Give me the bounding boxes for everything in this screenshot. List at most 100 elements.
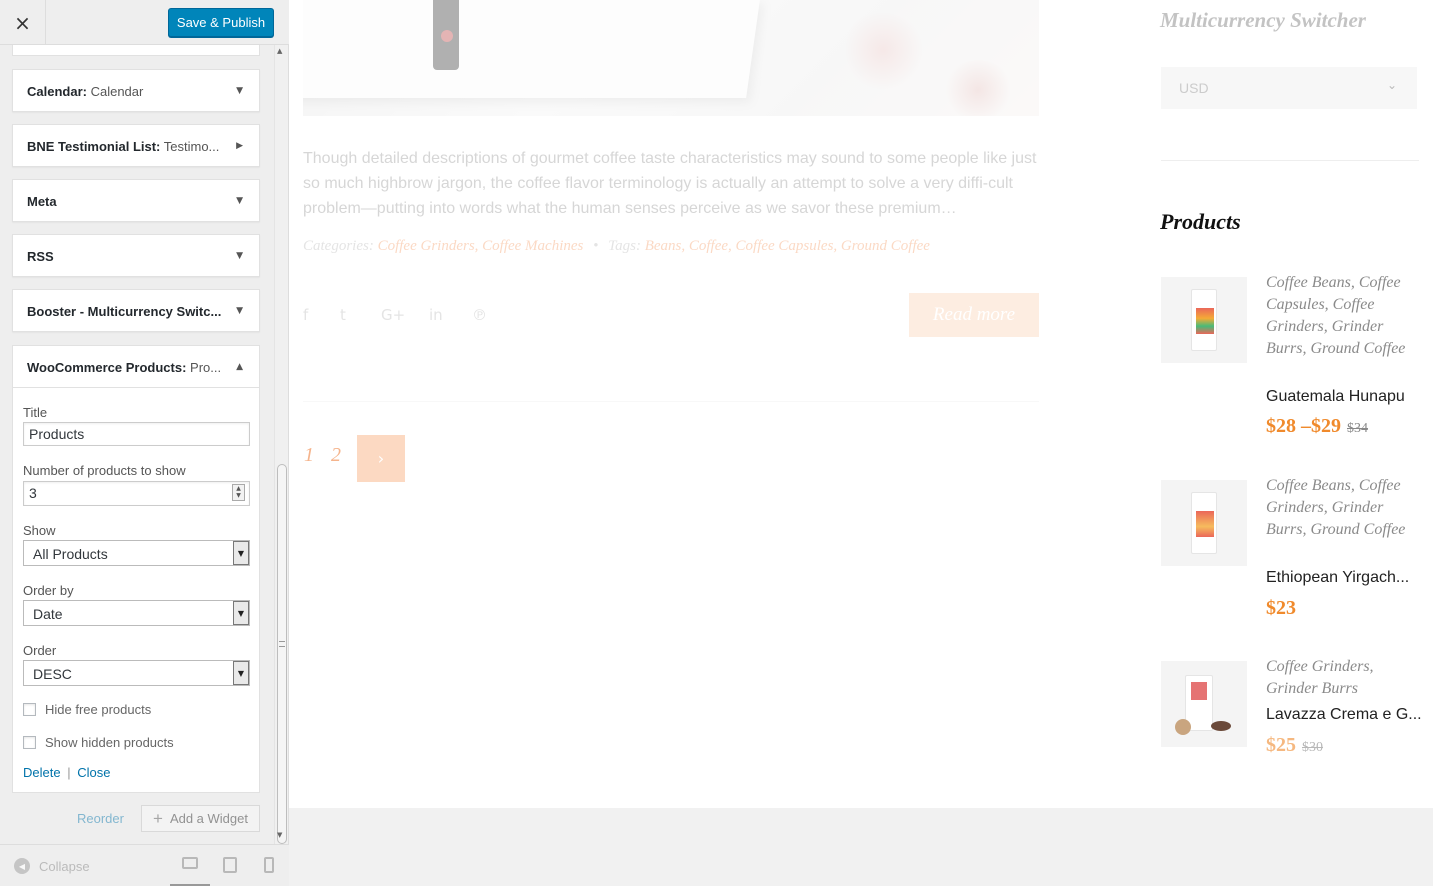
add-widget-button[interactable]: + Add a Widget bbox=[141, 805, 260, 832]
delete-link[interactable]: Delete bbox=[23, 765, 61, 780]
chevron-down-icon[interactable]: ▼ bbox=[236, 86, 243, 96]
read-more-button[interactable]: Read more bbox=[909, 293, 1039, 337]
widget-actions: Delete | Close bbox=[23, 765, 110, 780]
orderby-select[interactable]: Date ▼ bbox=[23, 600, 250, 626]
save-publish-button[interactable]: Save & Publish bbox=[168, 8, 274, 37]
show-hidden-label: Show hidden products bbox=[45, 735, 174, 750]
pinterest-icon[interactable]: ℗ bbox=[472, 306, 487, 324]
old-price: $30 bbox=[1302, 740, 1323, 755]
hide-free-checkbox[interactable] bbox=[23, 703, 36, 716]
widget-woocommerce-products: WooCommerce Products: Pro... ▲ Title Pro… bbox=[12, 345, 260, 793]
hide-free-label: Hide free products bbox=[45, 702, 152, 717]
desktop-preview-icon[interactable] bbox=[182, 857, 198, 869]
plus-icon: + bbox=[153, 808, 163, 828]
chevron-down-icon[interactable]: ▼ bbox=[236, 251, 243, 261]
close-customizer-button[interactable]: × bbox=[0, 0, 46, 45]
product-thumbnail[interactable] bbox=[1161, 277, 1247, 363]
chevron-down-icon[interactable]: ▼ bbox=[236, 306, 243, 316]
scroll-down-icon[interactable]: ▼ bbox=[277, 831, 282, 839]
product-categories[interactable]: Coffee Beans, Coffee Capsules, Coffee Gr… bbox=[1266, 272, 1426, 360]
show-hidden-checkbox[interactable] bbox=[23, 736, 36, 749]
dropdown-arrow-icon: ▼ bbox=[233, 601, 249, 625]
pagination-page-2[interactable]: 2 bbox=[331, 444, 341, 467]
post-excerpt: Though detailed descriptions of gourmet … bbox=[303, 150, 1037, 217]
chevron-down-icon: ⌄ bbox=[1386, 78, 1397, 92]
categories-label: Categories: bbox=[303, 238, 374, 254]
product-thumbnail[interactable] bbox=[1161, 480, 1247, 566]
orderby-label: Order by bbox=[23, 583, 74, 598]
widget-title: Meta bbox=[27, 194, 57, 209]
site-preview: Though detailed descriptions of gourmet … bbox=[289, 0, 1433, 886]
pagination-next-button[interactable]: › bbox=[357, 435, 405, 482]
add-widget-label: Add a Widget bbox=[169, 811, 248, 826]
sidebar-scrollbar[interactable]: ▲ ▼ bbox=[274, 45, 288, 850]
chevron-right-icon[interactable]: ▶ bbox=[236, 141, 243, 151]
hide-free-row: Hide free products bbox=[23, 702, 151, 717]
product-name[interactable]: Guatemala Hunapu bbox=[1266, 388, 1405, 406]
product-price: $28 –$29 $34 bbox=[1266, 415, 1368, 438]
action-separator: | bbox=[67, 765, 71, 780]
twitter-icon[interactable]: t bbox=[340, 306, 346, 324]
facebook-icon[interactable]: f bbox=[303, 306, 308, 324]
product-categories[interactable]: Coffee Grinders, Grinder Burrs bbox=[1266, 656, 1426, 700]
reorder-button[interactable]: Reorder bbox=[77, 811, 124, 826]
product-categories[interactable]: Coffee Beans, Coffee Grinders, Grinder B… bbox=[1266, 475, 1426, 541]
widget-calendar[interactable]: Calendar: Calendar ▼ bbox=[12, 69, 260, 112]
scroll-thumb[interactable] bbox=[277, 464, 287, 844]
customizer-sidebar: × Save & Publish Calendar: Calendar ▼ BN… bbox=[0, 0, 289, 886]
title-input[interactable]: Products bbox=[23, 422, 250, 446]
number-spinner[interactable]: ▲ ▼ bbox=[232, 484, 245, 501]
chevron-down-icon[interactable]: ▼ bbox=[236, 196, 243, 206]
products-widget-title: Products bbox=[1160, 209, 1241, 234]
order-select[interactable]: DESC ▼ bbox=[23, 660, 250, 686]
product-name[interactable]: Ethiopean Yirgach... bbox=[1266, 569, 1409, 587]
grip-icon bbox=[279, 641, 285, 647]
title-label: Title bbox=[23, 405, 48, 420]
divider bbox=[1161, 160, 1419, 161]
current-price: $25 bbox=[1266, 734, 1296, 756]
widget-header[interactable]: WooCommerce Products: Pro... ▲ bbox=[13, 346, 259, 388]
categories-links[interactable]: Coffee Grinders, Coffee Machines bbox=[378, 238, 584, 254]
widget-subtitle: Calendar bbox=[86, 84, 144, 99]
order-value: DESC bbox=[33, 666, 72, 682]
widget-testimonial-list[interactable]: BNE Testimonial List: Testimo... ▶ bbox=[12, 124, 260, 167]
collapse-label: Collapse bbox=[39, 858, 90, 874]
widget-title: BNE Testimonial List: bbox=[27, 139, 161, 154]
current-price: $23 bbox=[1266, 597, 1296, 619]
scroll-up-icon[interactable]: ▲ bbox=[277, 47, 282, 55]
tablet-preview-icon[interactable] bbox=[223, 857, 237, 873]
linkedin-icon[interactable]: in bbox=[429, 306, 443, 324]
old-price: $34 bbox=[1347, 421, 1368, 436]
post-featured-image bbox=[303, 0, 1039, 116]
show-hidden-row: Show hidden products bbox=[23, 735, 174, 750]
currency-widget-title: Multicurrency Switcher bbox=[1160, 8, 1366, 32]
number-input[interactable]: 3 ▲ ▼ bbox=[23, 481, 250, 506]
widget-partial-top bbox=[12, 45, 260, 56]
widget-meta[interactable]: Meta ▼ bbox=[12, 179, 260, 222]
product-name[interactable]: Lavazza Crema e G... bbox=[1266, 706, 1422, 724]
google-plus-icon[interactable]: G+ bbox=[381, 306, 405, 324]
divider bbox=[303, 401, 1039, 402]
widget-rss[interactable]: RSS ▼ bbox=[12, 234, 260, 277]
meta-bullet: • bbox=[593, 238, 599, 254]
collapse-button[interactable]: ◀ Collapse bbox=[14, 858, 90, 874]
show-select[interactable]: All Products ▼ bbox=[23, 540, 250, 566]
product-price: $25 $30 bbox=[1266, 734, 1323, 757]
post-meta: Categories: Coffee Grinders, Coffee Mach… bbox=[303, 238, 930, 255]
show-label: Show bbox=[23, 523, 56, 538]
number-value: 3 bbox=[29, 485, 37, 501]
tags-links[interactable]: Beans, Coffee, Coffee Capsules, Ground C… bbox=[645, 238, 930, 254]
dropdown-arrow-icon: ▼ bbox=[233, 541, 249, 565]
pagination-page-1[interactable]: 1 bbox=[304, 444, 314, 467]
close-link[interactable]: Close bbox=[77, 765, 110, 780]
mobile-preview-icon[interactable] bbox=[264, 857, 274, 873]
order-label: Order bbox=[23, 643, 57, 658]
current-price: $28 –$29 bbox=[1266, 415, 1341, 437]
page-footer-area bbox=[289, 808, 1433, 886]
widget-multicurrency[interactable]: Booster - Multicurrency Switc... ▼ bbox=[12, 289, 260, 332]
product-thumbnail[interactable] bbox=[1161, 661, 1247, 747]
orderby-value: Date bbox=[33, 606, 63, 622]
currency-select[interactable]: USD ⌄ bbox=[1161, 67, 1417, 109]
chevron-up-icon[interactable]: ▲ bbox=[236, 362, 243, 372]
customizer-footer: ◀ Collapse bbox=[0, 844, 289, 886]
